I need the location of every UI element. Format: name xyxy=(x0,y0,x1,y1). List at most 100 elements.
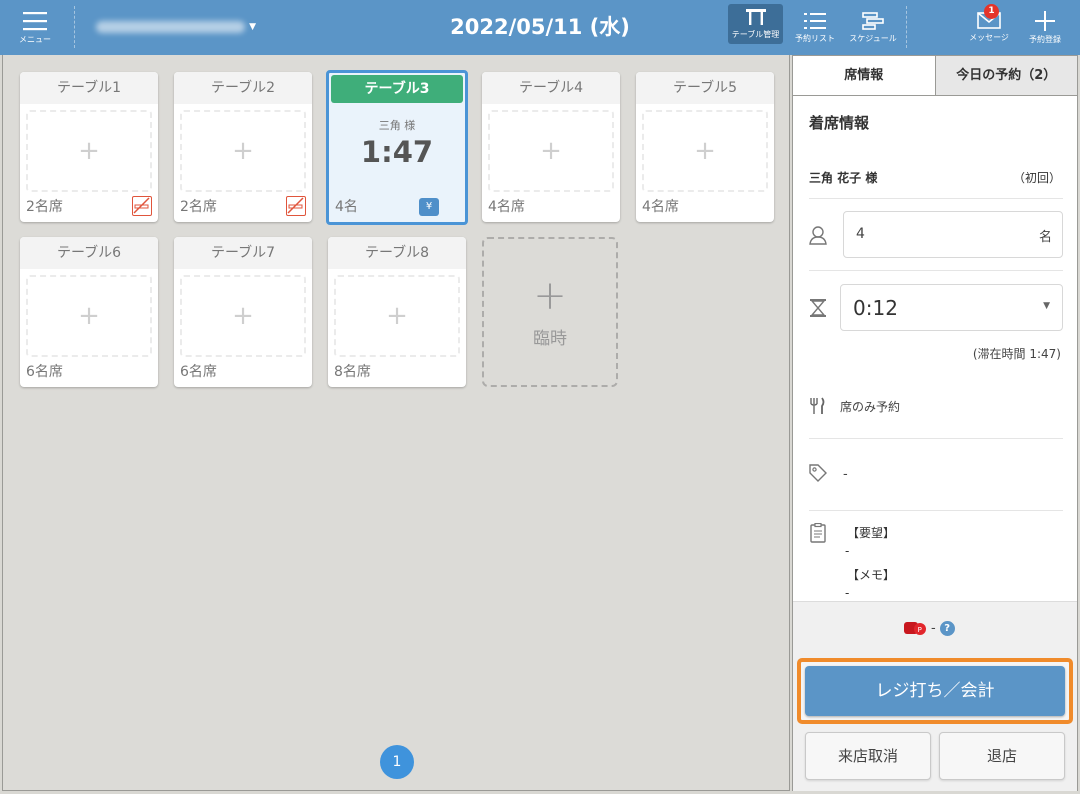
empty-slot: + xyxy=(180,110,306,192)
table-card-8[interactable]: テーブル8 + 8名席 xyxy=(328,237,466,387)
point-card-icon: P xyxy=(904,622,926,635)
plus-icon: + xyxy=(533,272,567,319)
divider xyxy=(74,6,75,48)
section-title: 着席情報 xyxy=(809,114,870,132)
nav-label: 予約リスト xyxy=(795,33,835,43)
store-selector[interactable]: ▼ xyxy=(96,17,256,37)
course-name: 席のみ予約 xyxy=(840,400,901,414)
table-name: テーブル3 xyxy=(331,75,463,103)
tab-seat-info[interactable]: 席情報 xyxy=(793,56,936,95)
menu-label: メニュー xyxy=(19,34,51,44)
panel-tabs: 席情報 今日の予約（2） xyxy=(793,56,1077,96)
guest-name: 三角 様 xyxy=(378,119,416,132)
leave-button[interactable]: 退店 xyxy=(939,732,1065,780)
unread-badge: 1 xyxy=(984,4,999,19)
party-size-value: 4 xyxy=(856,226,865,242)
empty-slot: + xyxy=(26,275,152,357)
nav-label: テーブル管理 xyxy=(731,30,780,39)
nav-reservation-list[interactable]: 予約リスト xyxy=(788,0,842,55)
nav-schedule[interactable]: スケジュール xyxy=(844,0,902,55)
time-value: 0:12 xyxy=(853,296,898,320)
guest-name: 三角 花子 様 xyxy=(809,171,878,185)
svg-text:P: P xyxy=(918,626,922,634)
empty-slot: + xyxy=(180,275,306,357)
divider xyxy=(809,438,1063,439)
page-indicator[interactable]: 1 xyxy=(380,745,414,779)
table-card-6[interactable]: テーブル6 + 6名席 xyxy=(20,237,158,387)
cancel-visit-button[interactable]: 来店取消 xyxy=(805,732,931,780)
request-value: - xyxy=(845,544,850,558)
table-card-1[interactable]: テーブル1 + 2名席 xyxy=(20,72,158,222)
seat-count: 4名席 xyxy=(642,199,679,215)
tag-value: - xyxy=(843,467,848,482)
table-card-2[interactable]: テーブル2 + 2名席 xyxy=(174,72,312,222)
table-card-3[interactable]: テーブル3 三角 様 1:47 4名 ¥ xyxy=(326,70,468,225)
party-size-field[interactable]: 4 名 xyxy=(843,211,1063,258)
request-label: 【要望】 xyxy=(847,526,896,540)
seat-count: 4名席 xyxy=(488,199,525,215)
elapsed-time: 1:47 xyxy=(360,135,434,169)
seat-count: 2名席 xyxy=(26,199,63,215)
table-name: テーブル4 xyxy=(482,72,620,104)
table-card-7[interactable]: テーブル7 + 6名席 xyxy=(174,237,312,387)
nav-label: 予約登録 xyxy=(1029,34,1061,44)
empty-slot: + xyxy=(26,110,152,192)
nav-label: メッセージ xyxy=(969,33,1009,42)
current-date: 2022/05/11 (水) xyxy=(450,15,630,39)
list-icon xyxy=(804,12,826,29)
empty-slot: + xyxy=(334,275,460,357)
table-name: テーブル7 xyxy=(174,237,312,269)
hamburger-icon xyxy=(23,11,47,30)
table-name: テーブル5 xyxy=(636,72,774,104)
table-card-5[interactable]: テーブル5 + 4名席 xyxy=(636,72,774,222)
empty-slot: + xyxy=(642,110,768,192)
table-name: テーブル6 xyxy=(20,237,158,269)
tag-icon xyxy=(807,462,829,484)
help-icon[interactable]: ? xyxy=(939,620,955,636)
table-card-4[interactable]: テーブル4 + 4名席 xyxy=(482,72,620,222)
table-name: テーブル1 xyxy=(20,72,158,104)
no-smoking-icon xyxy=(286,196,306,216)
points-row: P - ? xyxy=(903,620,955,636)
memo-label: 【メモ】 xyxy=(847,568,896,582)
menu-button[interactable]: メニュー xyxy=(10,0,60,55)
memo-value: - xyxy=(845,586,850,600)
panel-footer: P - ? レジ打ち／会計 来店取消 退店 xyxy=(793,601,1077,791)
checkout-button[interactable]: レジ打ち／会計 xyxy=(805,666,1065,716)
schedule-icon xyxy=(862,11,884,30)
nav-new-reservation[interactable]: 予約登録 xyxy=(1020,0,1070,55)
points-value: - xyxy=(931,620,936,636)
divider xyxy=(906,6,907,48)
nav-label: スケジュール xyxy=(849,33,897,43)
divider xyxy=(809,198,1063,199)
caret-down-icon: ▼ xyxy=(1043,301,1050,311)
table-name: テーブル2 xyxy=(174,72,312,104)
seat-count: 8名席 xyxy=(334,364,371,380)
empty-slot: + xyxy=(488,110,614,192)
pay-button-highlight: レジ打ち／会計 xyxy=(797,658,1073,724)
temporary-table-label: 臨時 xyxy=(533,328,567,349)
divider xyxy=(809,270,1063,271)
yen-clock-icon: ¥ xyxy=(419,198,439,216)
temporary-table-button[interactable]: + 臨時 xyxy=(482,237,618,387)
time-select[interactable]: 0:12 ▼ xyxy=(840,284,1063,331)
seat-count: 2名席 xyxy=(180,199,217,215)
fork-knife-icon xyxy=(807,395,829,417)
nav-table-management[interactable]: テーブル管理 xyxy=(728,4,783,44)
table-name: テーブル8 xyxy=(328,237,466,269)
divider xyxy=(809,510,1063,511)
stay-time: (滞在時間 1:47) xyxy=(972,347,1061,361)
table-floor: テーブル1 + 2名席 テーブル2 + 2名席 テーブル3 三角 様 1:47 … xyxy=(2,55,790,791)
clipboard-icon xyxy=(807,522,829,544)
seat-count: 4名 xyxy=(335,199,358,215)
visit-count: （初回） xyxy=(1012,171,1061,185)
top-bar: メニュー ▼ 2022/05/11 (水) テーブル管理 予約リスト スケジュー… xyxy=(0,0,1080,55)
table-icon xyxy=(745,9,766,25)
tab-todays-reservations[interactable]: 今日の予約（2） xyxy=(935,56,1077,95)
no-smoking-icon xyxy=(132,196,152,216)
party-size-unit: 名 xyxy=(1038,230,1052,245)
person-icon xyxy=(807,224,829,246)
caret-down-icon: ▼ xyxy=(249,22,256,32)
nav-messages[interactable]: 1 メッセージ xyxy=(962,0,1016,55)
seat-count: 6名席 xyxy=(180,364,217,380)
